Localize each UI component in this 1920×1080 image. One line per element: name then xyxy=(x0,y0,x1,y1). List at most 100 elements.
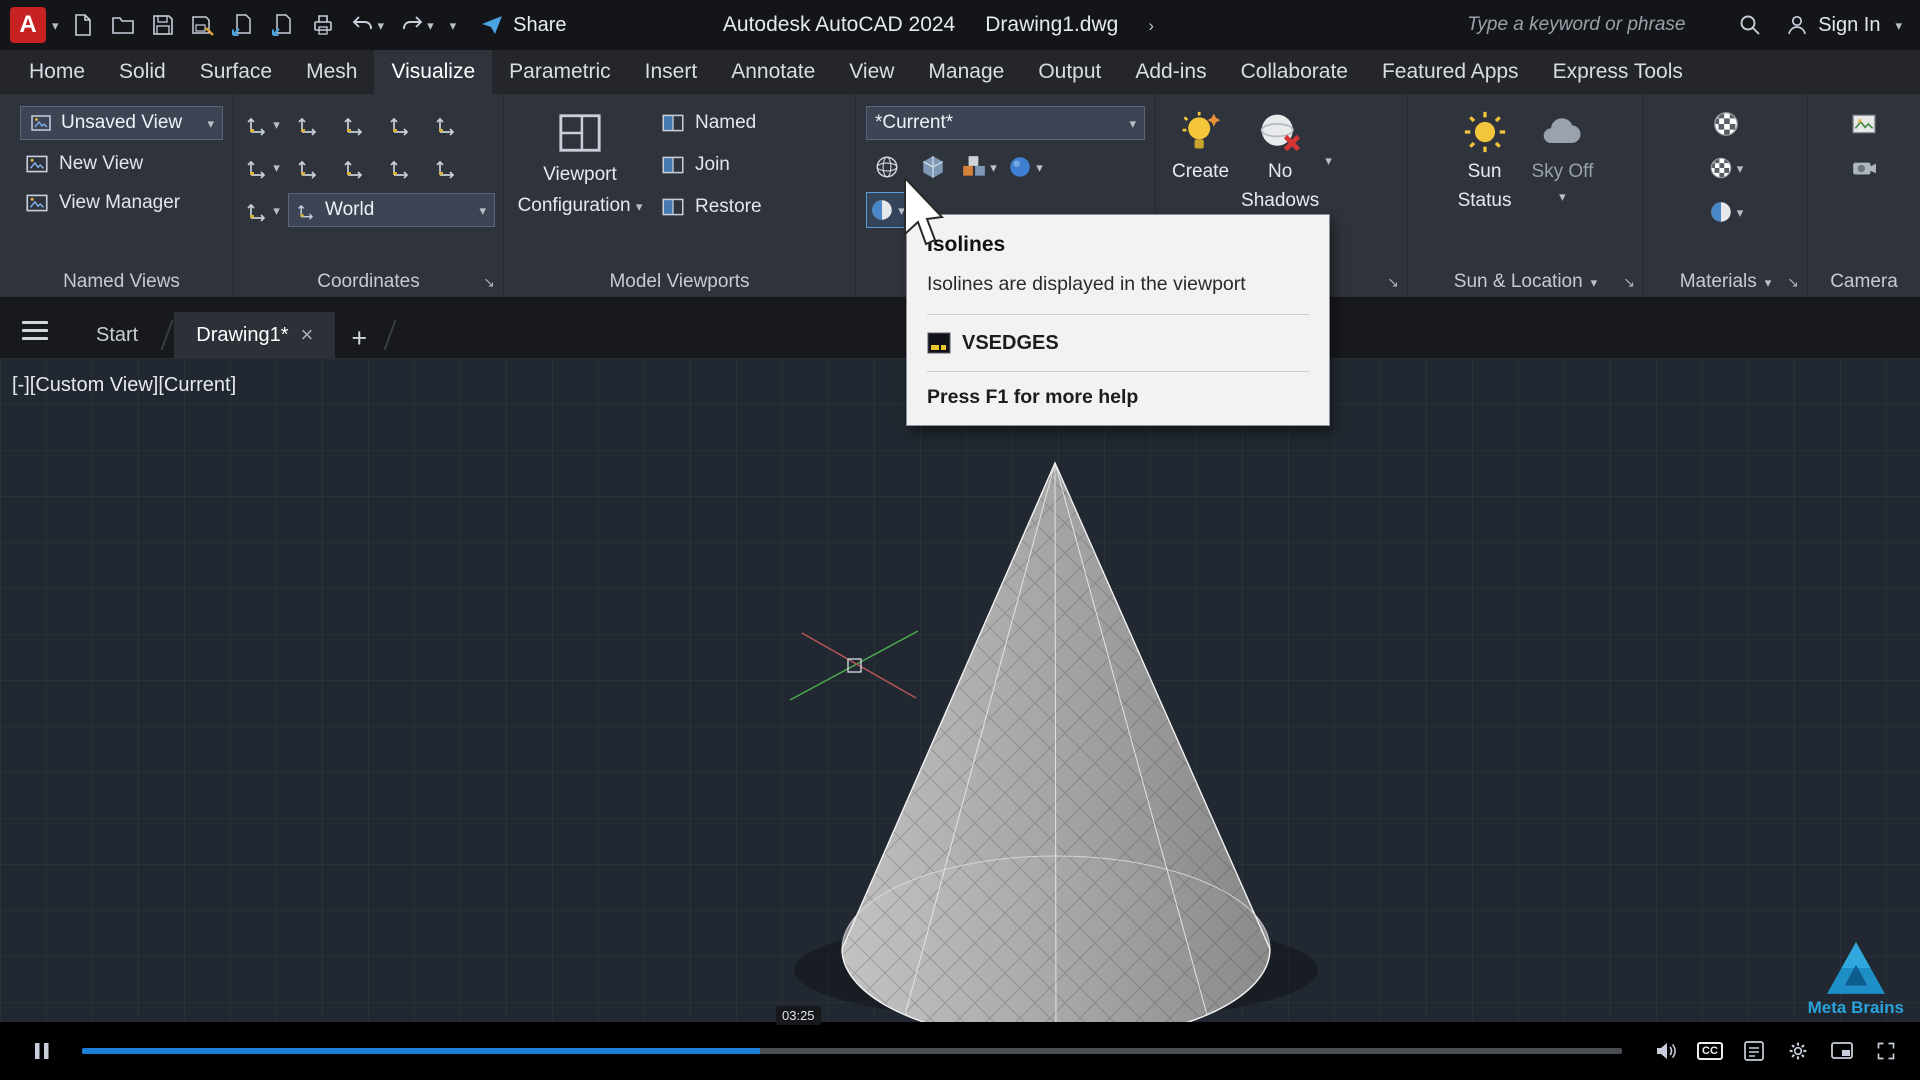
ucs-dropdown[interactable]: World ▾ xyxy=(288,193,495,227)
transcript-button[interactable] xyxy=(1736,1033,1772,1069)
view-manager-button[interactable]: View Manager xyxy=(20,188,184,218)
viewport-controls[interactable]: [-][Custom View][Current] xyxy=(12,374,236,397)
material-mapping-button[interactable]: ▾ xyxy=(1705,150,1747,186)
save-button[interactable] xyxy=(143,5,183,45)
plot-button[interactable] xyxy=(303,5,343,45)
material-display-caret-icon: ▾ xyxy=(1737,206,1744,219)
isolines-button[interactable]: ▾ xyxy=(866,192,908,228)
panel-label-named-views[interactable]: Named Views xyxy=(10,267,233,297)
titlebar-menu-caret-icon[interactable]: ▾ xyxy=(1895,19,1902,32)
view-dropdown[interactable]: Unsaved View ▾ xyxy=(20,106,223,140)
sky-off-button[interactable]: Sky Off ▾ xyxy=(1525,106,1599,267)
fullscreen-button[interactable] xyxy=(1868,1033,1904,1069)
ucs-button-6[interactable]: ▾ xyxy=(242,149,284,185)
material-display-button[interactable]: ▾ xyxy=(1705,194,1747,230)
viewport-restore-button[interactable]: Restore xyxy=(656,192,766,222)
autocad-logo[interactable]: A xyxy=(10,7,46,43)
materials-browser-button[interactable] xyxy=(1705,106,1747,142)
ucs-button-2[interactable] xyxy=(288,106,330,142)
panel-label-model-viewports[interactable]: Model Viewports xyxy=(504,267,855,297)
redo-caret-icon[interactable]: ▾ xyxy=(427,19,434,32)
plot-preview-button[interactable] xyxy=(263,5,303,45)
export-button[interactable] xyxy=(223,5,263,45)
panel-label-materials[interactable]: Materials▾↘ xyxy=(1644,267,1807,297)
ucs-button-4[interactable] xyxy=(380,106,422,142)
tab-collaborate[interactable]: Collaborate xyxy=(1224,50,1365,94)
pause-icon xyxy=(30,1039,54,1063)
tab-insert[interactable]: Insert xyxy=(628,50,715,94)
undo-caret-icon[interactable]: ▾ xyxy=(378,19,385,32)
doc-flyout-icon[interactable]: › xyxy=(1148,17,1154,34)
panel-label-sun-location[interactable]: Sun & Location▾↘ xyxy=(1408,267,1643,297)
tab-home[interactable]: Home xyxy=(12,50,102,94)
tab-solid[interactable]: Solid xyxy=(102,50,183,94)
volume-button[interactable] xyxy=(1648,1033,1684,1069)
sun-status-button[interactable]: Sun Status xyxy=(1452,106,1518,267)
new-view-button[interactable]: New View xyxy=(20,149,147,179)
open-file-button[interactable] xyxy=(103,5,143,45)
tab-visualize[interactable]: Visualize xyxy=(374,50,492,94)
quick-access-menu-button[interactable]: ▾ xyxy=(442,5,465,45)
viewport-configuration-button[interactable]: Viewport Configuration ▾ xyxy=(504,106,656,267)
share-button[interactable]: Share xyxy=(480,13,566,37)
tab-output[interactable]: Output xyxy=(1021,50,1118,94)
visual-style-wireframe-button[interactable] xyxy=(866,149,908,185)
coordinates-launcher-icon[interactable]: ↘ xyxy=(483,274,495,291)
save-as-button[interactable] xyxy=(183,5,223,45)
redo-button[interactable]: ▾ xyxy=(392,5,442,45)
panel-label-camera[interactable]: Camera xyxy=(1808,267,1920,297)
captions-button[interactable]: CC xyxy=(1692,1033,1728,1069)
ucs-button-11[interactable]: ▾ xyxy=(242,192,284,228)
pause-button[interactable] xyxy=(24,1033,60,1069)
settings-button[interactable] xyxy=(1780,1033,1816,1069)
tab-mesh[interactable]: Mesh xyxy=(289,50,374,94)
tab-drawing1[interactable]: Drawing1* × xyxy=(174,312,335,358)
printer-icon xyxy=(311,13,335,37)
progress-bar[interactable] xyxy=(82,1048,1622,1054)
tab-manage[interactable]: Manage xyxy=(911,50,1021,94)
new-file-button[interactable] xyxy=(63,5,103,45)
ucs-button-9[interactable] xyxy=(380,149,422,185)
drawing-viewport[interactable]: [-][Custom View][Current] xyxy=(0,358,1920,1022)
ucs-button-3[interactable] xyxy=(334,106,376,142)
search-input[interactable] xyxy=(1465,13,1715,37)
tab-featured-apps[interactable]: Featured Apps xyxy=(1365,50,1536,94)
tab-surface[interactable]: Surface xyxy=(183,50,289,94)
visual-style-dropdown[interactable]: *Current* ▾ xyxy=(866,106,1145,140)
tab-addins[interactable]: Add-ins xyxy=(1118,50,1223,94)
camera-display-button[interactable] xyxy=(1843,106,1885,142)
ucs-button-8[interactable] xyxy=(334,149,376,185)
share-plane-icon xyxy=(480,13,504,37)
panel-label-coordinates[interactable]: Coordinates↘ xyxy=(234,267,503,297)
create-light-button[interactable]: Create xyxy=(1166,106,1235,187)
shadows-caret-icon[interactable]: ▾ xyxy=(1325,154,1332,167)
materials-launcher-icon[interactable]: ↘ xyxy=(1787,274,1799,291)
sign-in-button[interactable]: Sign In xyxy=(1785,13,1880,37)
face-style-button[interactable]: ▾ xyxy=(1004,149,1046,185)
ucs-button-5[interactable] xyxy=(426,106,468,142)
tab-parametric[interactable]: Parametric xyxy=(492,50,628,94)
tab-annotate[interactable]: Annotate xyxy=(714,50,832,94)
lights-launcher-icon[interactable]: ↘ xyxy=(1387,274,1399,291)
face-style-caret-icon: ▾ xyxy=(1036,161,1043,174)
viewport-join-button[interactable]: Join xyxy=(656,150,766,180)
ucs-button-1[interactable]: ▾ xyxy=(242,106,284,142)
tab-view[interactable]: View xyxy=(832,50,911,94)
new-drawing-button[interactable]: + xyxy=(335,323,383,358)
no-shadows-button[interactable]: No Shadows xyxy=(1235,106,1325,216)
create-camera-button[interactable] xyxy=(1843,150,1885,186)
search-button[interactable] xyxy=(1730,5,1770,45)
close-tab-icon[interactable]: × xyxy=(301,324,314,346)
tab-express-tools[interactable]: Express Tools xyxy=(1536,50,1700,94)
ucs-button-10[interactable] xyxy=(426,149,468,185)
view-manager-icon xyxy=(24,190,50,216)
sun-location-launcher-icon[interactable]: ↘ xyxy=(1623,274,1635,291)
viewport-named-button[interactable]: Named xyxy=(656,108,766,138)
tab-start[interactable]: Start xyxy=(74,312,160,358)
face-color-mode-button[interactable]: ▾ xyxy=(958,149,1000,185)
app-menu-caret-icon[interactable]: ▾ xyxy=(52,19,59,32)
pip-button[interactable] xyxy=(1824,1033,1860,1069)
ucs-button-7[interactable] xyxy=(288,149,330,185)
undo-button[interactable]: ▾ xyxy=(343,5,393,45)
menu-button[interactable] xyxy=(0,321,74,358)
